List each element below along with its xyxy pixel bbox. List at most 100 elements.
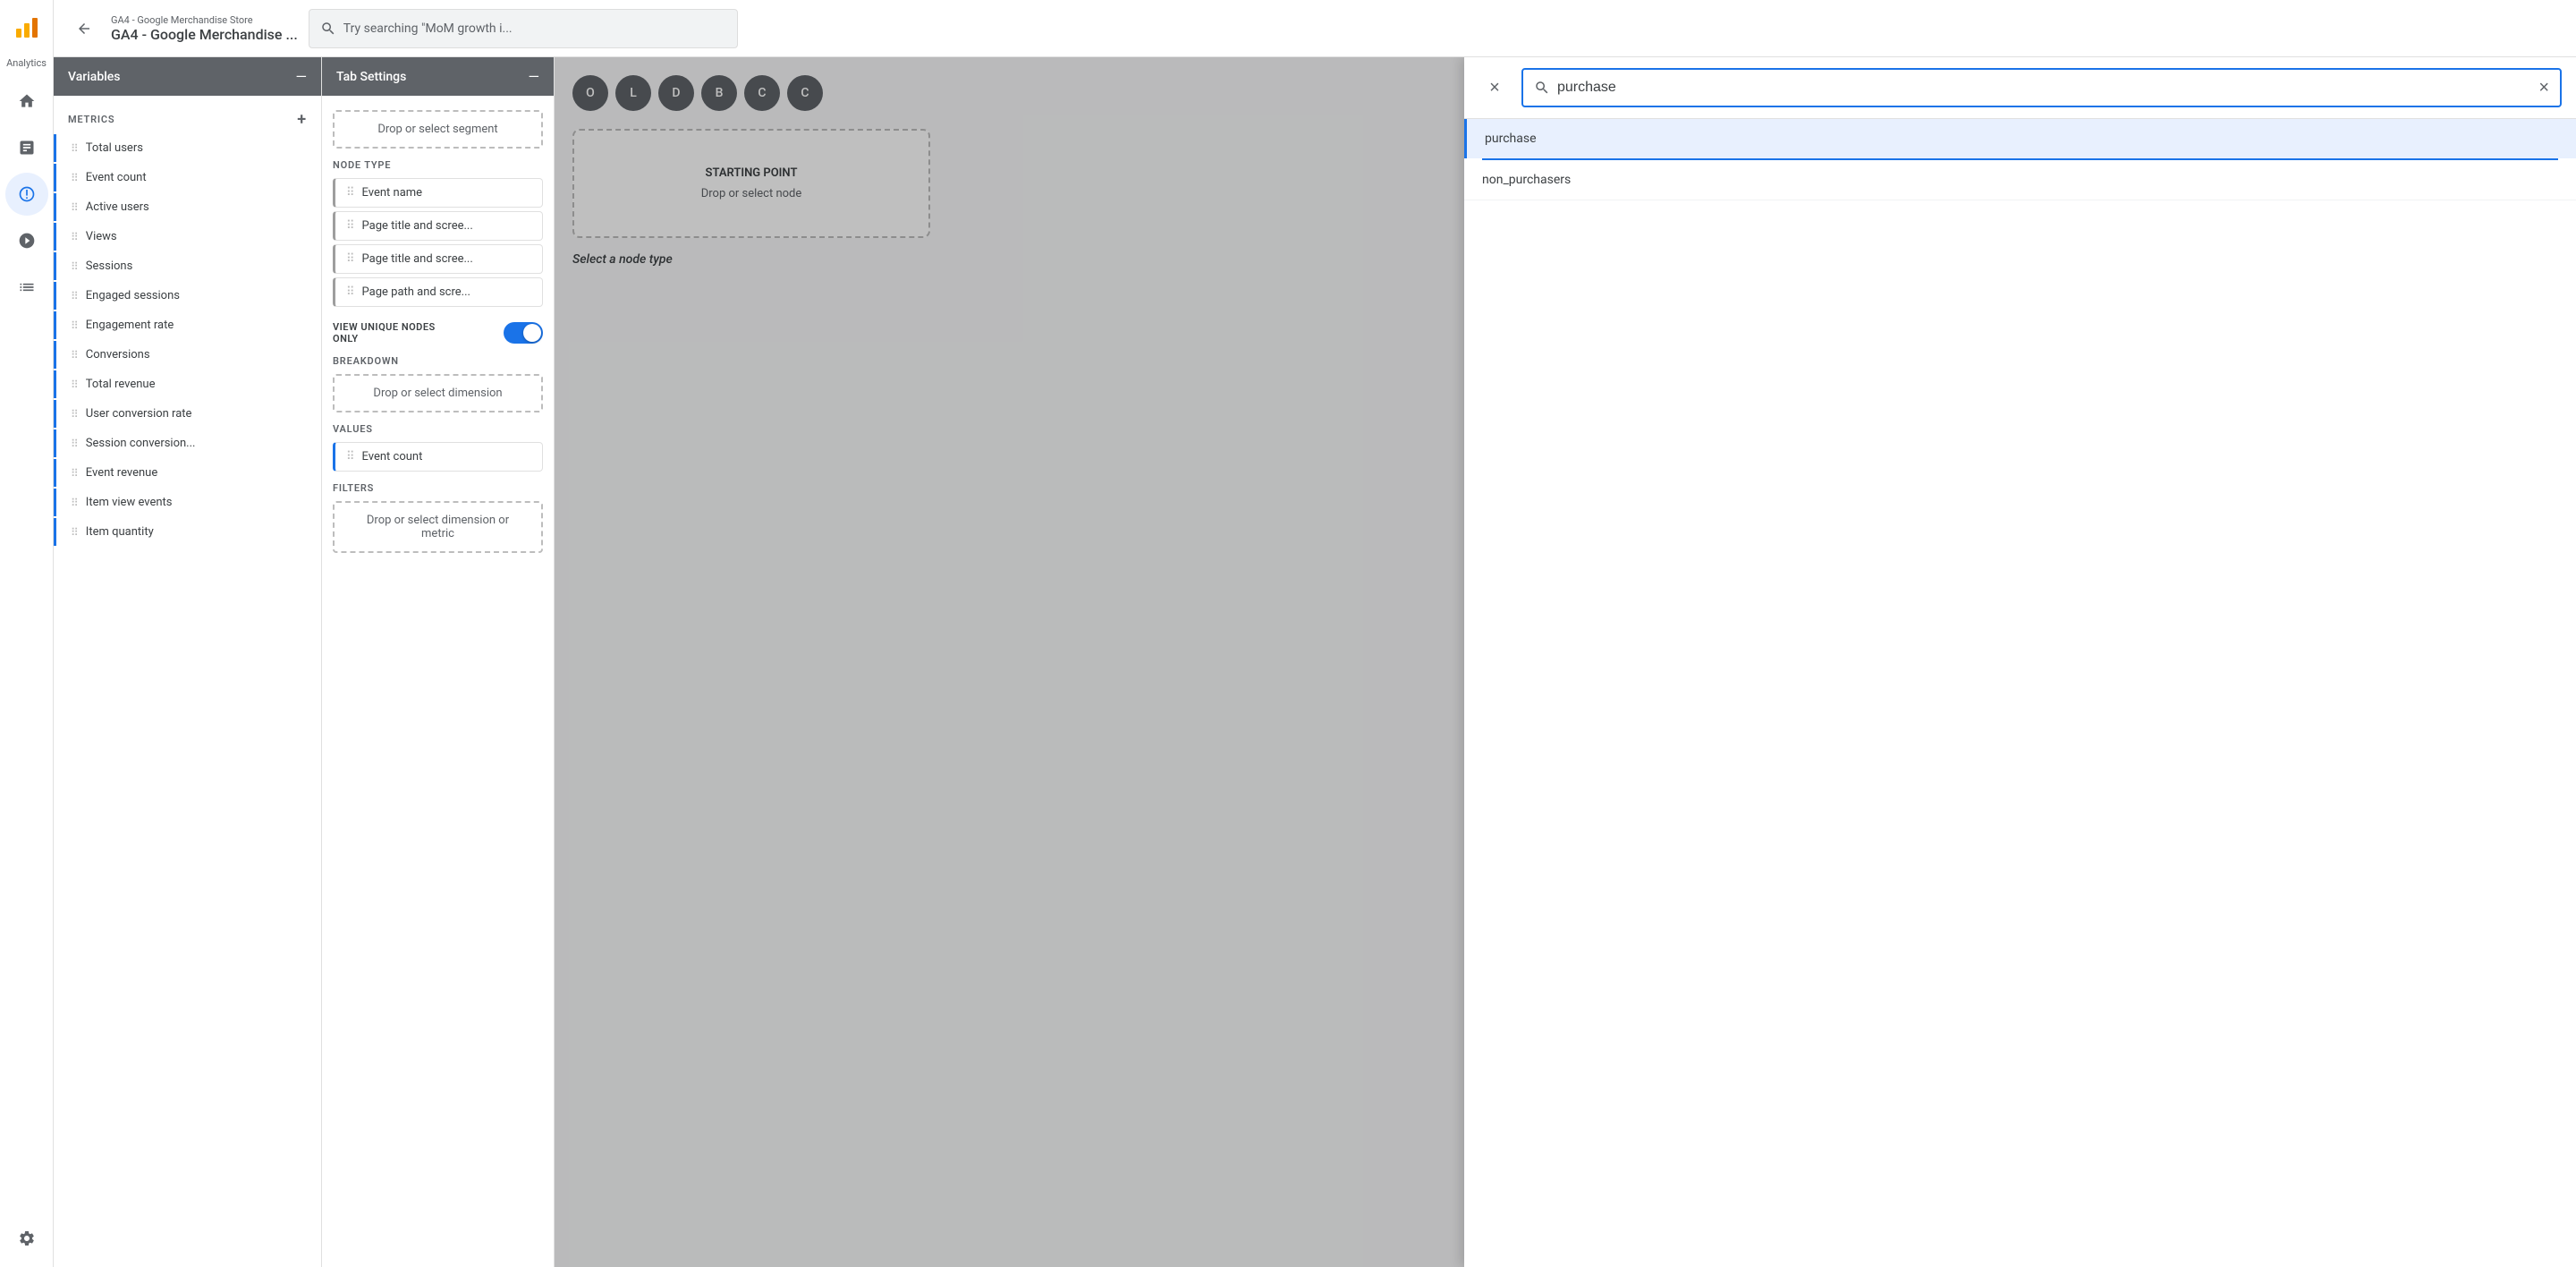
metric-item[interactable]: ⠿ Sessions — [54, 252, 321, 280]
variables-panel-title: Variables — [68, 70, 120, 84]
segment-drop-box[interactable]: Drop or select segment — [333, 110, 543, 149]
drag-handle-icon: ⠿ — [71, 408, 79, 421]
metric-name: Session conversion... — [86, 437, 196, 450]
metric-item[interactable]: ⠿ Engaged sessions — [54, 282, 321, 310]
advertising-icon — [18, 232, 36, 250]
breakdown-label: BREAKDOWN — [333, 355, 543, 367]
metric-name: Active users — [86, 200, 149, 214]
add-metric-button[interactable]: + — [297, 110, 307, 129]
view-unique-nodes-toggle[interactable] — [504, 322, 543, 344]
variables-panel: Variables — METRICS + ⠿ Total users ⠿ Ev… — [54, 57, 322, 1267]
metric-item[interactable]: ⠿ Active users — [54, 193, 321, 221]
drag-handle-icon: ⠿ — [71, 172, 79, 184]
node-type-label: NODE TYPE — [333, 159, 543, 171]
drag-handle-icon: ⠿ — [71, 231, 79, 243]
drag-handle-icon: ⠿ — [71, 349, 79, 361]
tab-settings-header: Tab Settings — — [322, 57, 554, 96]
toggle-knob — [523, 324, 541, 342]
nav-item-advertising[interactable] — [5, 219, 48, 262]
metric-item[interactable]: ⠿ Views — [54, 223, 321, 251]
drag-handle-icon: ⠿ — [71, 142, 79, 155]
app-container: GA4 - Google Merchandise Store GA4 - Goo… — [54, 0, 2576, 1267]
search-bar[interactable]: Try searching "MoM growth i... — [309, 9, 738, 48]
drag-handle-icon: ⠿ — [346, 285, 355, 299]
home-icon — [18, 92, 36, 110]
back-button[interactable] — [68, 13, 100, 45]
metric-item[interactable]: ⠿ Total users — [54, 134, 321, 162]
search-placeholder: Try searching "MoM growth i... — [343, 21, 513, 36]
tab-settings-panel: Tab Settings — Drop or select segment NO… — [322, 57, 555, 1267]
result-item-purchase[interactable]: purchase — [1464, 119, 2576, 158]
top-header: GA4 - Google Merchandise Store GA4 - Goo… — [54, 0, 2576, 57]
metric-item[interactable]: ⠿ Item quantity — [54, 518, 321, 546]
drag-handle-icon: ⠿ — [71, 260, 79, 273]
search-icon — [320, 21, 336, 37]
main-content: Variables — METRICS + ⠿ Total users ⠿ Ev… — [54, 57, 2576, 1267]
settings-icon — [18, 1229, 36, 1247]
dialog-clear-button[interactable]: × — [2538, 78, 2549, 98]
explore-icon — [18, 185, 36, 203]
metric-name: Total revenue — [86, 378, 156, 391]
metric-item[interactable]: ⠿ Total revenue — [54, 370, 321, 398]
reports-icon — [18, 139, 36, 157]
nav-item-reports[interactable] — [5, 126, 48, 169]
node-type-item[interactable]: ⠿ Page title and scree... — [333, 244, 543, 274]
drag-handle-icon: ⠿ — [346, 450, 355, 463]
metric-item[interactable]: ⠿ Item view events — [54, 489, 321, 516]
metric-name: Item view events — [86, 496, 173, 509]
drag-handle-icon: ⠿ — [71, 526, 79, 539]
dialog-search-container: × — [1521, 68, 2562, 107]
filters-drop-box[interactable]: Drop or select dimension or metric — [333, 501, 543, 553]
metric-item[interactable]: ⠿ Conversions — [54, 341, 321, 369]
metrics-section: METRICS + ⠿ Total users ⠿ Event count ⠿ … — [54, 96, 321, 1267]
drag-handle-icon: ⠿ — [71, 378, 79, 391]
metric-item[interactable]: ⠿ Session conversion... — [54, 429, 321, 457]
metric-name: Item quantity — [86, 525, 154, 539]
metric-name: Engaged sessions — [86, 289, 180, 302]
metric-name: Event revenue — [86, 466, 157, 480]
metric-name: Engagement rate — [86, 319, 174, 332]
node-type-item[interactable]: ⠿ Event name — [333, 178, 543, 208]
nav-item-list[interactable] — [5, 266, 48, 309]
search-dialog: × × purchase — [1464, 57, 2576, 1267]
metric-item[interactable]: ⠿ Event revenue — [54, 459, 321, 487]
variables-panel-header: Variables — — [54, 57, 321, 96]
filters-label: FILTERS — [333, 482, 543, 494]
variables-minimize-icon[interactable]: — — [296, 68, 308, 85]
metric-item[interactable]: ⠿ Event count — [54, 164, 321, 191]
drag-handle-icon: ⠿ — [71, 290, 79, 302]
drag-handle-icon: ⠿ — [71, 319, 79, 332]
drag-handle-icon: ⠿ — [346, 252, 355, 266]
property-info: GA4 - Google Merchandise Store GA4 - Goo… — [111, 14, 298, 43]
back-arrow-icon — [76, 21, 92, 37]
metric-name: Views — [86, 230, 117, 243]
metric-name: Sessions — [86, 259, 133, 273]
nav-item-settings[interactable] — [5, 1217, 48, 1260]
metric-name: User conversion rate — [86, 407, 192, 421]
nav-item-analytics-label: Analytics — [6, 57, 47, 69]
nav-logo — [5, 7, 48, 50]
metric-name: Event count — [86, 171, 147, 184]
dialog-close-button[interactable]: × — [1479, 72, 1511, 104]
nav-item-explore[interactable] — [5, 173, 48, 216]
value-item[interactable]: ⠿ Event count — [333, 442, 543, 472]
dialog-search-input[interactable] — [1557, 80, 2531, 96]
metrics-label: METRICS — [68, 114, 114, 125]
metric-item[interactable]: ⠿ User conversion rate — [54, 400, 321, 428]
node-type-item[interactable]: ⠿ Page path and scre... — [333, 277, 543, 307]
dialog-search-icon — [1534, 80, 1550, 96]
search-dialog-header: × × — [1464, 57, 2576, 119]
nav-bottom — [5, 1217, 48, 1260]
property-name: GA4 - Google Merchandise ... — [111, 26, 298, 43]
drag-handle-icon: ⠿ — [71, 497, 79, 509]
tab-settings-minimize-icon[interactable]: — — [529, 68, 540, 85]
section-header: METRICS + — [54, 103, 321, 132]
drag-handle-icon: ⠿ — [71, 201, 79, 214]
tab-settings-content: Drop or select segment NODE TYPE ⠿ Event… — [322, 96, 554, 1267]
metric-item[interactable]: ⠿ Engagement rate — [54, 311, 321, 339]
result-item-non-purchasers[interactable]: non_purchasers — [1464, 160, 2576, 200]
node-type-item[interactable]: ⠿ Page title and scree... — [333, 211, 543, 241]
breakdown-drop-box[interactable]: Drop or select dimension — [333, 374, 543, 412]
nav-item-home[interactable] — [5, 80, 48, 123]
drag-handle-icon: ⠿ — [346, 186, 355, 200]
